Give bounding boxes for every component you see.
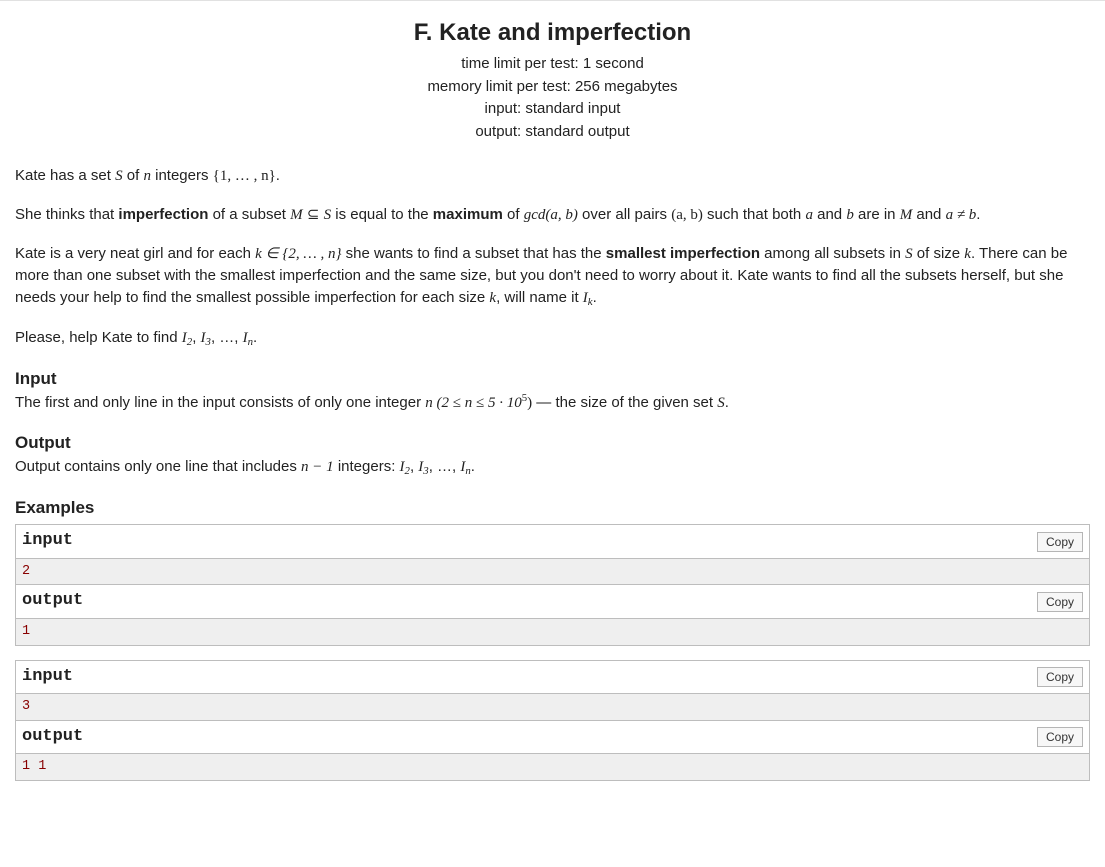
problem-statement: Kate has a set S of n integers {1, … , n… xyxy=(15,165,1090,781)
copy-button[interactable]: Copy xyxy=(1037,532,1083,552)
problem-header: F. Kate and imperfection time limit per … xyxy=(15,19,1090,143)
example-input-label: input xyxy=(22,665,73,690)
copy-button[interactable]: Copy xyxy=(1037,592,1083,612)
input-section-text: The first and only line in the input con… xyxy=(15,391,1090,415)
examples-section-title: Examples xyxy=(15,496,1090,521)
time-limit: time limit per test: 1 second xyxy=(15,53,1090,76)
example-output-body: 1 1 xyxy=(16,753,1089,780)
example-output-label: output xyxy=(22,725,83,750)
output-file: output: standard output xyxy=(15,121,1090,144)
memory-limit: memory limit per test: 256 megabytes xyxy=(15,76,1090,99)
statement-p3: Kate is a very neat girl and for each k … xyxy=(15,243,1090,311)
example-input-body: 3 xyxy=(16,693,1089,720)
example-output-body: 1 xyxy=(16,618,1089,645)
statement-p2: She thinks that imperfection of a subset… xyxy=(15,204,1090,227)
example-input-head: input Copy xyxy=(16,661,1089,694)
example-block: input Copy 2 output Copy 1 xyxy=(15,524,1090,645)
copy-button[interactable]: Copy xyxy=(1037,727,1083,747)
problem-page: F. Kate and imperfection time limit per … xyxy=(0,0,1105,815)
input-file: input: standard input xyxy=(15,98,1090,121)
example-input-row: input Copy 3 xyxy=(15,660,1090,721)
example-input-row: input Copy 2 xyxy=(15,524,1090,585)
input-section-title: Input xyxy=(15,367,1090,392)
example-output-head: output Copy xyxy=(16,585,1089,618)
statement-p4: Please, help Kate to find I2, I3, …, In. xyxy=(15,327,1090,351)
example-input-head: input Copy xyxy=(16,525,1089,558)
output-section-text: Output contains only one line that inclu… xyxy=(15,456,1090,480)
example-input-body: 2 xyxy=(16,558,1089,585)
problem-title: F. Kate and imperfection xyxy=(15,19,1090,47)
output-section-title: Output xyxy=(15,431,1090,456)
example-input-label: input xyxy=(22,529,73,554)
example-output-label: output xyxy=(22,589,83,614)
example-output-head: output Copy xyxy=(16,721,1089,754)
example-block: input Copy 3 output Copy 1 1 xyxy=(15,660,1090,781)
example-output-row: output Copy 1 1 xyxy=(15,721,1090,781)
copy-button[interactable]: Copy xyxy=(1037,667,1083,687)
problem-meta: time limit per test: 1 second memory lim… xyxy=(15,53,1090,143)
statement-p1: Kate has a set S of n integers {1, … , n… xyxy=(15,165,1090,188)
example-output-row: output Copy 1 xyxy=(15,585,1090,645)
